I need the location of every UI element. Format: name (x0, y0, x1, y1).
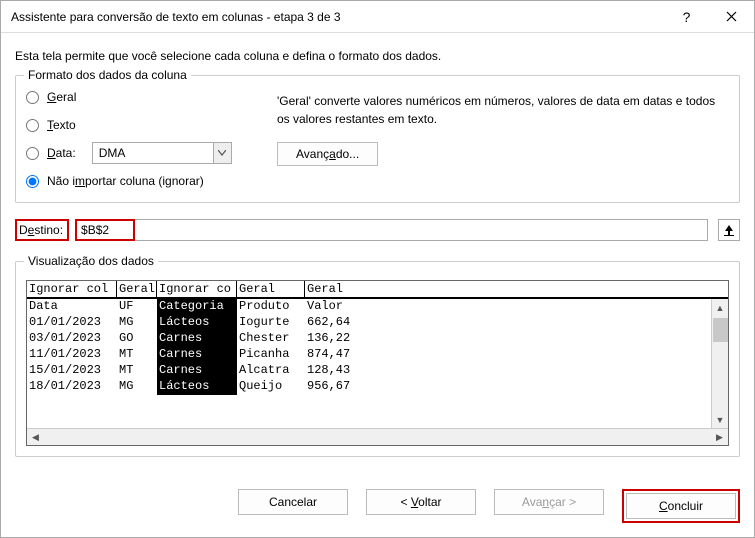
table-row: 15/01/2023MTCarnesAlcatra128,43 (27, 363, 711, 379)
preview-header-row: Ignorar col Geral Ignorar co Geral Geral (27, 281, 728, 299)
close-icon (726, 11, 737, 22)
close-button[interactable] (709, 2, 754, 32)
table-row: 03/01/2023GOCarnesChester136,22 (27, 331, 711, 347)
table-cell: Picanha (237, 347, 305, 363)
table-cell: 03/01/2023 (27, 331, 117, 347)
table-cell: 128,43 (305, 363, 375, 379)
data-preview-group: Visualização dos dados Ignorar col Geral… (15, 261, 740, 457)
table-cell: Carnes (157, 347, 237, 363)
table-cell: Alcatra (237, 363, 305, 379)
table-cell: Carnes (157, 331, 237, 347)
data-preview-legend: Visualização dos dados (24, 254, 158, 268)
table-cell: Produto (237, 299, 305, 315)
finish-button[interactable]: Concluir (626, 493, 736, 519)
table-cell: MG (117, 379, 157, 395)
destination-input-wrap[interactable] (75, 219, 708, 241)
scroll-up-icon[interactable]: ▲ (712, 299, 728, 316)
col-header[interactable]: Ignorar col (27, 281, 117, 297)
table-cell: Lácteos (157, 379, 237, 395)
dialog-footer: Cancelar < Voltar Avançar > Concluir (1, 475, 754, 537)
data-preview-grid[interactable]: Ignorar col Geral Ignorar co Geral Geral… (26, 280, 729, 446)
table-row: DataUFCategoriaProdutoValor (27, 299, 711, 315)
col-header[interactable]: Geral (237, 281, 305, 297)
table-cell: Chester (237, 331, 305, 347)
wizard-dialog: Assistente para conversão de texto em co… (0, 0, 755, 538)
table-cell: MG (117, 315, 157, 331)
destination-input[interactable] (75, 219, 135, 241)
table-cell: 662,64 (305, 315, 375, 331)
advanced-button[interactable]: Avançado... (277, 142, 378, 166)
table-cell: Carnes (157, 363, 237, 379)
radio-date-input[interactable] (26, 147, 39, 160)
destination-label: Destino: (19, 223, 63, 237)
titlebar: Assistente para conversão de texto em co… (1, 1, 754, 33)
date-order-value: DMA (93, 146, 213, 160)
col-header[interactable]: Geral (117, 281, 157, 297)
table-cell: UF (117, 299, 157, 315)
radio-text-input[interactable] (26, 119, 39, 132)
column-format-legend: Formato dos dados da coluna (24, 68, 191, 82)
table-cell: Categoria (157, 299, 237, 315)
column-format-group: Formato dos dados da coluna Geral Texto … (15, 75, 740, 203)
table-cell: Valor (305, 299, 375, 315)
scroll-down-icon[interactable]: ▼ (712, 411, 728, 428)
radio-date-label: Data: (47, 146, 76, 160)
table-cell: 956,67 (305, 379, 375, 395)
table-cell: Iogurte (237, 315, 305, 331)
range-selector-icon (723, 224, 735, 236)
table-cell: 136,22 (305, 331, 375, 347)
chevron-down-icon[interactable] (213, 143, 231, 163)
table-cell: 874,47 (305, 347, 375, 363)
table-row: 18/01/2023MGLácteosQueijo956,67 (27, 379, 711, 395)
vertical-scrollbar[interactable]: ▲ ▼ (711, 299, 728, 428)
radio-text[interactable]: Texto (26, 114, 261, 136)
radio-general[interactable]: Geral (26, 86, 261, 108)
table-row: 11/01/2023MTCarnesPicanha874,47 (27, 347, 711, 363)
table-cell: Queijo (237, 379, 305, 395)
table-cell: MT (117, 363, 157, 379)
instruction-text: Esta tela permite que você selecione cad… (15, 49, 740, 63)
table-cell: GO (117, 331, 157, 347)
help-button[interactable]: ? (664, 2, 709, 32)
scroll-right-icon[interactable]: ▶ (711, 429, 728, 445)
table-cell: Lácteos (157, 315, 237, 331)
table-cell: 11/01/2023 (27, 347, 117, 363)
table-cell: 01/01/2023 (27, 315, 117, 331)
table-cell: Data (27, 299, 117, 315)
table-cell: 15/01/2023 (27, 363, 117, 379)
table-cell: 18/01/2023 (27, 379, 117, 395)
table-row: 01/01/2023MGLácteosIogurte662,64 (27, 315, 711, 331)
radio-skip-label: Não importar coluna (ignorar) (47, 174, 204, 188)
radio-skip[interactable]: Não importar coluna (ignorar) (26, 170, 261, 192)
col-header[interactable]: Ignorar co (157, 281, 237, 297)
cancel-button[interactable]: Cancelar (238, 489, 348, 515)
radio-general-input[interactable] (26, 91, 39, 104)
range-selector-button[interactable] (718, 219, 740, 241)
table-cell: MT (117, 347, 157, 363)
scroll-thumb[interactable] (713, 318, 728, 342)
horizontal-scrollbar[interactable]: ◀ ▶ (27, 428, 728, 445)
scroll-left-icon[interactable]: ◀ (27, 429, 44, 445)
date-order-combobox[interactable]: DMA (92, 142, 232, 164)
col-header[interactable]: Geral (305, 281, 375, 297)
radio-general-label: Geral (47, 90, 76, 104)
next-button: Avançar > (494, 489, 604, 515)
radio-text-label: Texto (47, 118, 76, 132)
window-title: Assistente para conversão de texto em co… (11, 10, 664, 24)
radio-skip-input[interactable] (26, 175, 39, 188)
format-description: 'Geral' converte valores numéricos em nú… (277, 92, 721, 128)
back-button[interactable]: < Voltar (366, 489, 476, 515)
